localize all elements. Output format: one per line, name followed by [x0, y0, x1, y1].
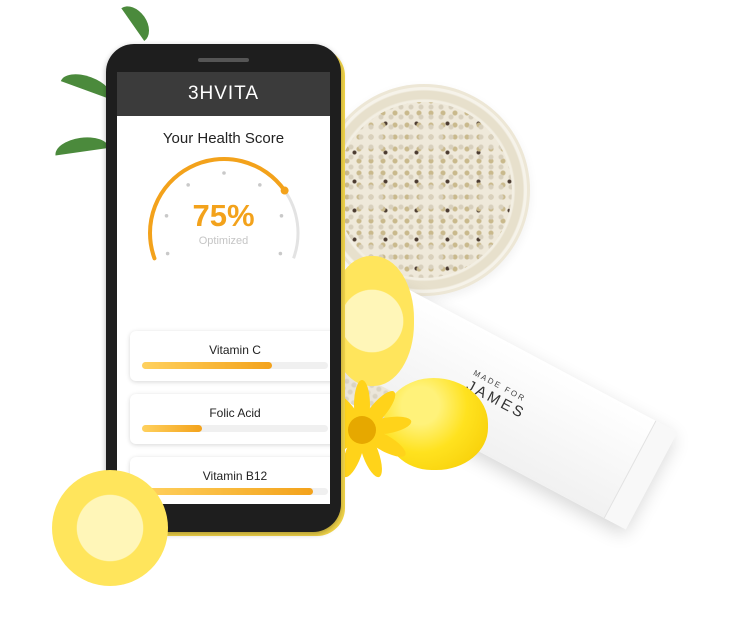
nutrient-progress-track [142, 362, 328, 369]
health-score-status: Optimized [198, 235, 249, 247]
health-score-heading: Your Health Score [162, 130, 285, 147]
nutrient-label: Folic Acid [209, 406, 261, 420]
nutrient-card-vitamin-c[interactable]: Vitamin C [130, 331, 330, 381]
phone-speaker [198, 58, 249, 62]
gauge-tick [221, 171, 226, 175]
gauge-tick [278, 251, 282, 256]
health-score-value: 75% [192, 198, 255, 233]
nutrient-progress-fill [142, 488, 314, 495]
nutrient-progress-fill [142, 362, 273, 369]
leaf-decoration [121, 0, 156, 42]
nutrient-label: Vitamin C [209, 343, 261, 357]
nutrient-label: Vitamin B12 [202, 469, 268, 483]
nutrient-progress-track [142, 488, 328, 495]
leaf-decoration [53, 134, 109, 156]
health-score-gauge: 75% Optimized [144, 155, 304, 275]
phone-frame: 3HVITA Your Health Score 75% Optimized V… [106, 44, 341, 532]
gauge-tick [185, 183, 190, 187]
nutrient-card-vitamin-b12[interactable]: Vitamin B12 [130, 457, 330, 504]
app-header: 3HVITA [117, 72, 330, 116]
phone-screen: 3HVITA Your Health Score 75% Optimized V… [117, 72, 330, 504]
app-title: 3HVITA [187, 83, 260, 104]
gauge-tick [165, 251, 169, 256]
gauge-tick [257, 183, 262, 187]
lemon-slice-image [52, 470, 168, 586]
nutrient-card-folic-acid[interactable]: Folic Acid [130, 394, 330, 444]
nutrient-progress-track [142, 425, 328, 432]
nutrient-progress-fill [142, 425, 202, 432]
